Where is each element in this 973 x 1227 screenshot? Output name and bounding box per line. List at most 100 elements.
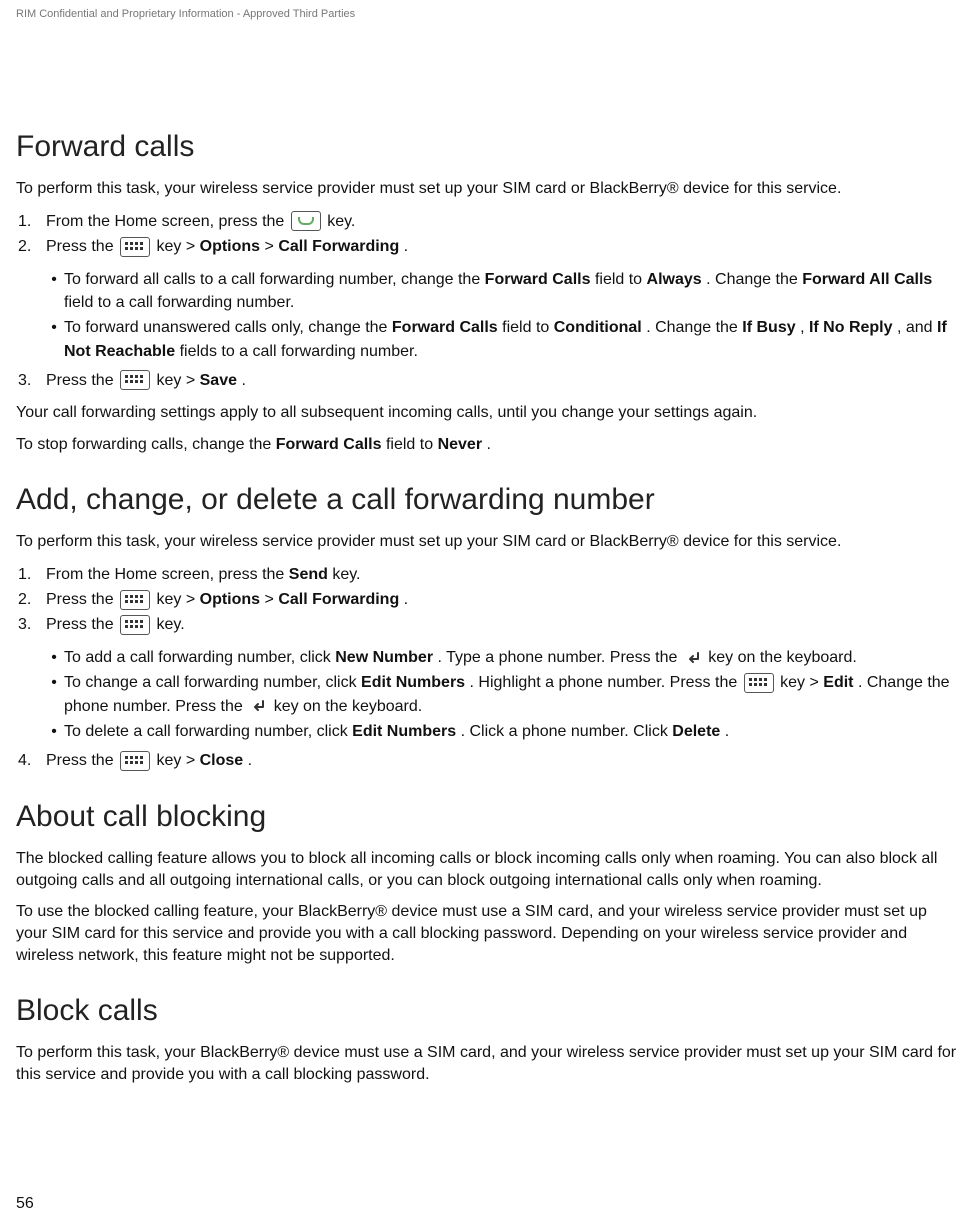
list-item: • To delete a call forwarding number, cl…	[44, 720, 957, 743]
bullet-icon: •	[44, 720, 64, 743]
paragraph: The blocked calling feature allows you t…	[16, 848, 957, 891]
text: key.	[156, 616, 184, 633]
step-body: From the Home screen, press the key.	[46, 210, 957, 233]
step-body: Press the key > Options > Call Forwardin…	[46, 235, 957, 258]
step-number: 1.	[16, 563, 46, 586]
bold: Forward Calls	[485, 271, 591, 288]
bold: If No Reply	[809, 319, 893, 336]
send-key-icon	[291, 211, 321, 231]
enter-key-icon	[684, 649, 702, 667]
bold-edit-numbers: Edit Numbers	[361, 674, 465, 691]
intro-text: To perform this task, your wireless serv…	[16, 178, 957, 200]
text: To change a call forwarding number, clic…	[64, 674, 361, 691]
bullet-body: To forward unanswered calls only, change…	[64, 316, 957, 362]
bold-options: Options	[200, 238, 260, 255]
heading-block-calls: Block calls	[16, 994, 957, 1028]
text: field to a call forwarding number.	[64, 294, 294, 311]
menu-key-icon	[120, 590, 150, 610]
step-body: Press the key > Save .	[46, 369, 957, 392]
text: key.	[327, 213, 355, 230]
bold-delete: Delete	[672, 723, 720, 740]
outro-text: Your call forwarding settings apply to a…	[16, 402, 957, 424]
bullet-body: To change a call forwarding number, clic…	[64, 671, 957, 717]
page-number: 56	[16, 1195, 34, 1213]
enter-key-icon	[249, 697, 267, 715]
bullet-list: • To forward all calls to a call forward…	[16, 268, 957, 363]
bold-edit: Edit	[823, 674, 853, 691]
text: . Type a phone number. Press the	[438, 649, 682, 666]
list-item: • To forward all calls to a call forward…	[44, 268, 957, 314]
text: .	[404, 238, 408, 255]
text: Press the	[46, 616, 118, 633]
bold-edit-numbers: Edit Numbers	[352, 723, 456, 740]
text: key >	[156, 752, 199, 769]
paragraph: To perform this task, your BlackBerry® d…	[16, 1042, 957, 1085]
bold: Forward All Calls	[802, 271, 932, 288]
section-about-call-blocking: About call blocking The blocked calling …	[16, 800, 957, 966]
bold-close: Close	[200, 752, 244, 769]
step-number: 4.	[16, 749, 46, 772]
text: key.	[332, 566, 360, 583]
menu-key-icon	[120, 370, 150, 390]
header-confidential-note: RIM Confidential and Proprietary Informa…	[16, 8, 957, 20]
menu-key-icon	[120, 237, 150, 257]
step-list: 1. From the Home screen, press the key. …	[16, 210, 957, 258]
text: . Change the	[706, 271, 802, 288]
step-body: Press the key.	[46, 613, 957, 636]
text: key on the keyboard.	[274, 698, 423, 715]
bold: Never	[438, 436, 482, 453]
bullet-icon: •	[44, 671, 64, 694]
bold: Forward Calls	[276, 436, 382, 453]
bold-send: Send	[289, 566, 328, 583]
list-item: • To forward unanswered calls only, chan…	[44, 316, 957, 362]
step-body: Press the key > Close .	[46, 749, 957, 772]
step-3: 3. Press the key.	[16, 613, 957, 636]
text: Press the	[46, 238, 118, 255]
text: >	[265, 238, 279, 255]
step-number: 3.	[16, 369, 46, 392]
text: To add a call forwarding number, click	[64, 649, 335, 666]
step-list: 3. Press the key > Save .	[16, 369, 957, 392]
bold-options: Options	[200, 591, 260, 608]
text: Press the	[46, 372, 118, 389]
bullet-body: To add a call forwarding number, click N…	[64, 646, 957, 669]
text: key >	[156, 372, 199, 389]
bullet-body: To delete a call forwarding number, clic…	[64, 720, 957, 743]
step-body: From the Home screen, press the Send key…	[46, 563, 957, 586]
bold-save: Save	[200, 372, 237, 389]
text: fields to a call forwarding number.	[180, 343, 418, 360]
text: .	[487, 436, 491, 453]
step-number: 2.	[16, 235, 46, 258]
bullet-list: • To add a call forwarding number, click…	[16, 646, 957, 743]
text: . Click a phone number. Click	[461, 723, 673, 740]
bold-call-forwarding: Call Forwarding	[278, 591, 399, 608]
bold: If Busy	[742, 319, 795, 336]
text: .	[248, 752, 252, 769]
text: key >	[156, 591, 199, 608]
step-2: 2. Press the key > Options > Call Forwar…	[16, 588, 957, 611]
bullet-icon: •	[44, 316, 64, 339]
text: ,	[800, 319, 809, 336]
outro-text: To stop forwarding calls, change the For…	[16, 434, 957, 456]
list-item: • To change a call forwarding number, cl…	[44, 671, 957, 717]
text: .	[725, 723, 729, 740]
step-list: 1. From the Home screen, press the Send …	[16, 563, 957, 637]
text: key >	[780, 674, 823, 691]
step-number: 1.	[16, 210, 46, 233]
text: .	[404, 591, 408, 608]
text: field to	[595, 271, 647, 288]
section-add-change-delete: Add, change, or delete a call forwarding…	[16, 483, 957, 772]
step-4: 4. Press the key > Close .	[16, 749, 957, 772]
bold: Always	[647, 271, 702, 288]
section-forward-calls: Forward calls To perform this task, your…	[16, 130, 957, 455]
bullet-icon: •	[44, 646, 64, 669]
text: . Change the	[646, 319, 742, 336]
list-item: • To add a call forwarding number, click…	[44, 646, 957, 669]
step-3: 3. Press the key > Save .	[16, 369, 957, 392]
step-number: 3.	[16, 613, 46, 636]
bold-new-number: New Number	[335, 649, 433, 666]
step-1: 1. From the Home screen, press the Send …	[16, 563, 957, 586]
text: >	[265, 591, 279, 608]
text: Press the	[46, 752, 118, 769]
menu-key-icon	[120, 751, 150, 771]
